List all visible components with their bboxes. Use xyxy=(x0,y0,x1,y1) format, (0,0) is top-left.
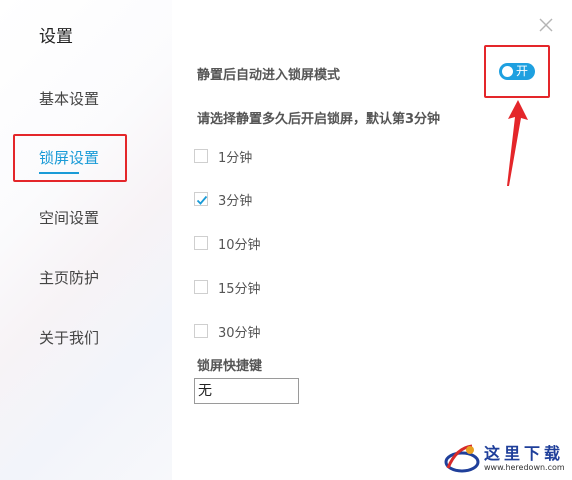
option-1-minute[interactable]: 1分钟 xyxy=(194,147,253,166)
checkbox[interactable] xyxy=(194,149,208,163)
checkbox[interactable] xyxy=(194,324,208,338)
sidebar-item-space-settings[interactable]: 空间设置 xyxy=(39,207,99,228)
hotkey-input[interactable]: 无 xyxy=(194,378,299,404)
option-label: 3分钟 xyxy=(218,193,253,209)
watermark-text: 这里下载 xyxy=(484,444,565,463)
highlight-box-sidebar xyxy=(13,134,127,182)
option-15-minutes[interactable]: 15分钟 xyxy=(194,278,261,297)
sidebar-item-homepage-protection[interactable]: 主页防护 xyxy=(39,267,99,288)
sidebar-title: 设置 xyxy=(39,27,73,47)
option-10-minutes[interactable]: 10分钟 xyxy=(194,234,261,253)
checkmark-icon xyxy=(196,195,208,205)
option-label: 30分钟 xyxy=(218,325,261,341)
sidebar-item-about-us[interactable]: 关于我们 xyxy=(39,327,99,348)
sidebar: 设置 基本设置 锁屏设置 空间设置 主页防护 关于我们 xyxy=(0,0,172,480)
close-icon[interactable] xyxy=(537,16,555,34)
watermark: 这里下载 www.heredown.com xyxy=(440,434,572,480)
hotkey-label: 锁屏快捷键 xyxy=(197,359,263,374)
highlight-box-toggle xyxy=(484,45,550,98)
option-label: 15分钟 xyxy=(218,281,261,297)
option-30-minutes[interactable]: 30分钟 xyxy=(194,322,261,341)
sidebar-item-basic-settings[interactable]: 基本设置 xyxy=(39,88,99,109)
checkbox[interactable] xyxy=(194,236,208,250)
annotation-arrow-icon xyxy=(507,100,528,186)
option-label: 10分钟 xyxy=(218,237,261,253)
watermark-url: www.heredown.com xyxy=(484,463,565,472)
idle-time-prompt: 请选择静置多久后开启锁屏，默认第3分钟 xyxy=(197,112,441,127)
option-label: 1分钟 xyxy=(218,150,253,166)
watermark-logo-icon xyxy=(444,444,480,473)
option-3-minutes[interactable]: 3分钟 xyxy=(194,190,253,209)
auto-lock-label: 静置后自动进入锁屏模式 xyxy=(197,68,341,83)
checkbox-checked[interactable] xyxy=(194,192,208,206)
checkbox[interactable] xyxy=(194,280,208,294)
